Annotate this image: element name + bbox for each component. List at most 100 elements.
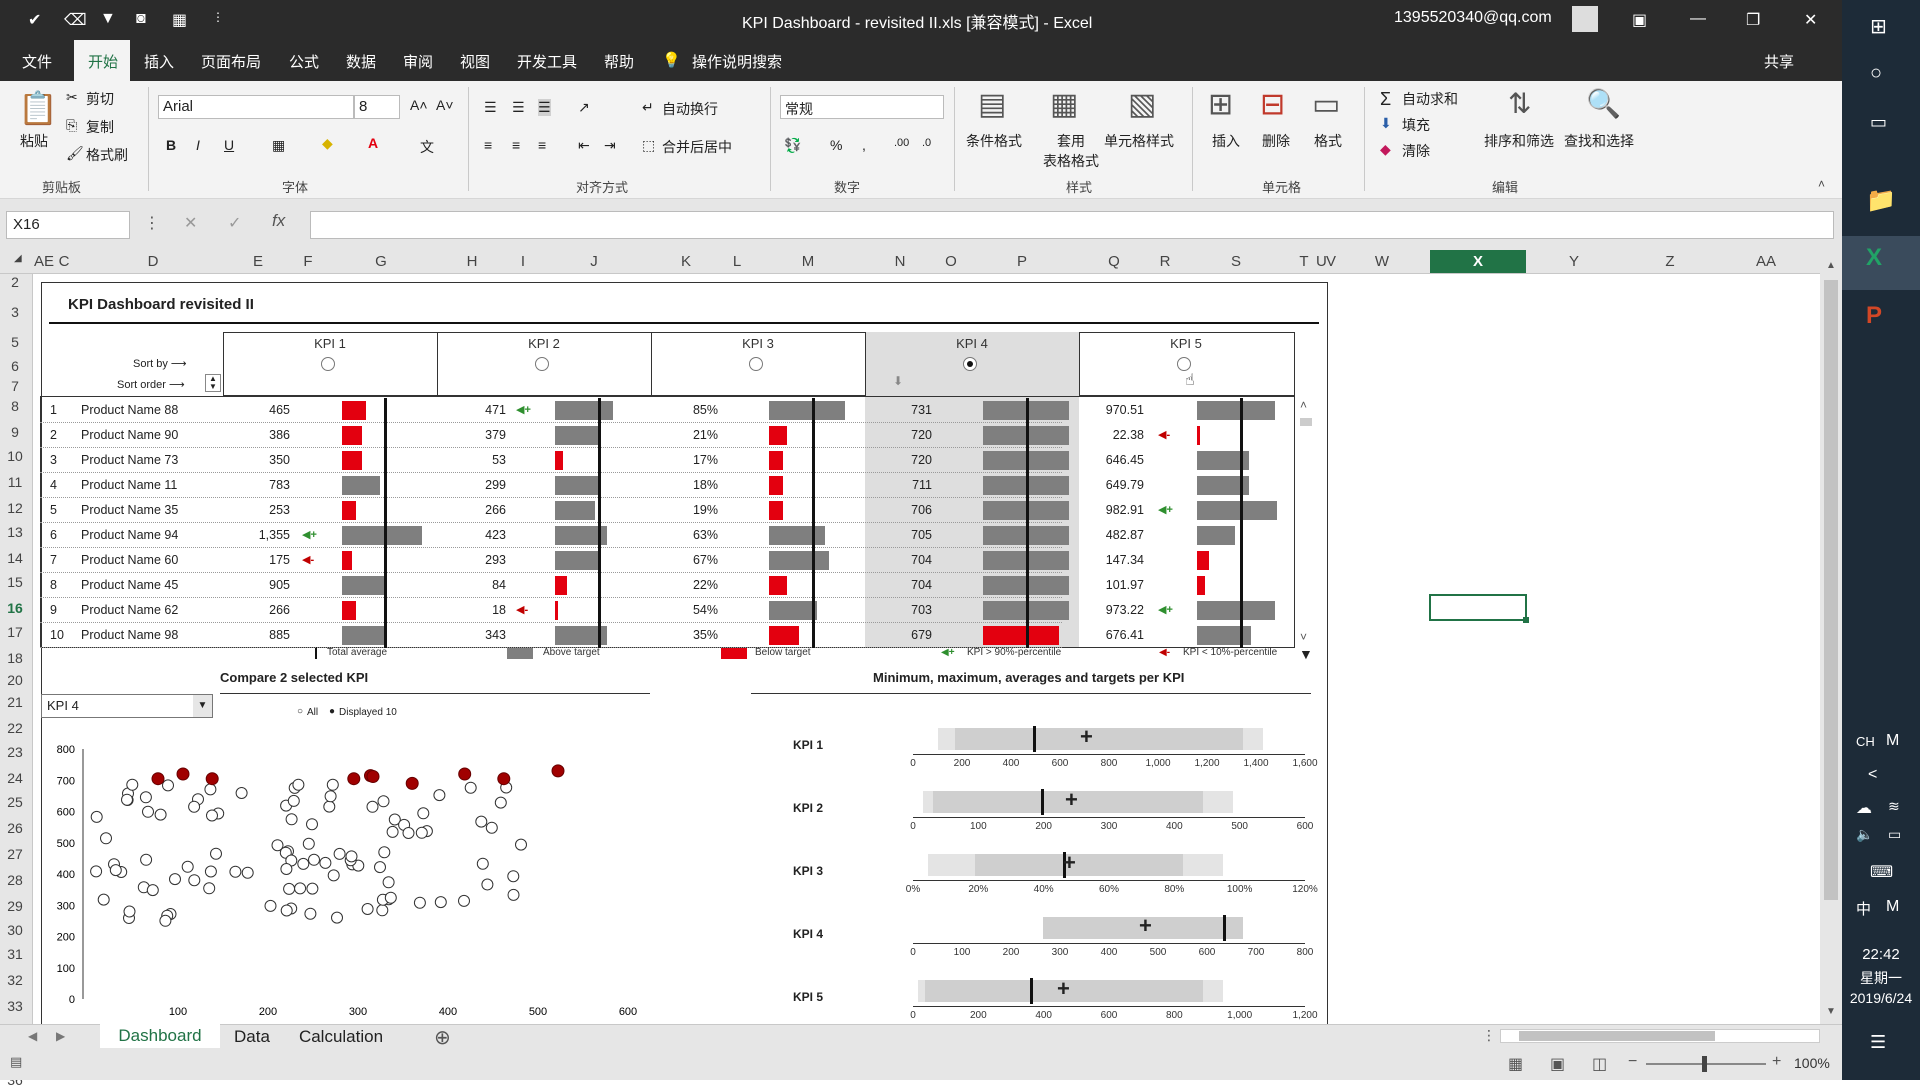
conditional-format-button[interactable]: 条件格式 xyxy=(966,131,1022,151)
kpi-compare-dropdown-icon[interactable]: ▼ xyxy=(193,695,212,717)
cell-styles-button[interactable]: 单元格样式 xyxy=(1104,131,1174,151)
scroll-down-icon[interactable]: ˅ xyxy=(1300,630,1307,644)
increase-indent-icon[interactable]: ⇥ xyxy=(604,137,616,154)
col-header[interactable]: P xyxy=(966,253,1078,270)
cut-button[interactable]: 剪切 xyxy=(86,89,114,109)
col-header[interactable]: O xyxy=(936,253,966,270)
save-icon[interactable]: ✔ xyxy=(28,10,41,30)
find-select-icon[interactable]: 🔍 xyxy=(1586,87,1621,120)
expand-down-icon[interactable]: ▼ xyxy=(1299,646,1313,662)
row-header[interactable]: 24 xyxy=(0,770,30,786)
tab-review[interactable]: 审阅 xyxy=(403,51,433,72)
col-header[interactable]: F xyxy=(290,253,326,270)
insert-cells-icon[interactable]: ⊞ xyxy=(1208,87,1233,122)
insert-cells-button[interactable]: 插入 xyxy=(1212,131,1240,151)
orientation-icon[interactable]: ↗ xyxy=(578,99,590,116)
page-layout-view-icon[interactable]: ▣ xyxy=(1550,1054,1565,1074)
selected-cell-x16[interactable] xyxy=(1429,594,1527,621)
align-right-icon[interactable]: ≡ xyxy=(538,137,546,153)
powerpoint-icon[interactable]: P xyxy=(1866,302,1882,330)
scroll-thumb[interactable] xyxy=(1300,418,1312,426)
row-header[interactable]: 15 xyxy=(0,574,30,590)
sheet-tab-calculation[interactable]: Calculation xyxy=(286,1025,396,1049)
col-header[interactable]: AE xyxy=(34,253,54,270)
tab-prev-icon[interactable]: ◀ xyxy=(28,1029,37,1043)
bold-button[interactable]: B xyxy=(166,137,176,153)
col-header[interactable]: Z xyxy=(1622,253,1718,270)
col-header[interactable]: C xyxy=(54,253,74,270)
cell-styles-icon[interactable]: ▧ xyxy=(1128,87,1156,122)
decrease-indent-icon[interactable]: ⇤ xyxy=(578,137,590,154)
sort-filter-icon[interactable]: ⇅ xyxy=(1508,87,1531,120)
format-painter-button[interactable]: 格式刷 xyxy=(86,145,128,165)
col-header[interactable]: R xyxy=(1150,253,1180,270)
font-size-select[interactable]: 8 xyxy=(354,95,400,119)
clock-weekday[interactable]: 星期一 xyxy=(1842,968,1920,988)
align-left-icon[interactable]: ≡ xyxy=(484,137,492,153)
underline-button[interactable]: U xyxy=(224,137,234,153)
clock-time[interactable]: 22:42 xyxy=(1842,946,1920,963)
close-icon[interactable]: ✕ xyxy=(1804,10,1817,30)
row-header[interactable]: 9 xyxy=(0,424,30,440)
tab-developer[interactable]: 开发工具 xyxy=(517,51,577,72)
zoom-level[interactable]: 100% xyxy=(1794,1055,1830,1071)
keyboard-icon[interactable]: ⌨ xyxy=(1870,862,1893,882)
conditional-format-icon[interactable]: ▤ xyxy=(978,87,1006,122)
vscroll-thumb[interactable] xyxy=(1824,280,1838,900)
fill-button[interactable]: 填充 xyxy=(1402,115,1430,135)
row-header[interactable]: 33 xyxy=(0,998,30,1014)
kpi-compare-select[interactable]: KPI 4 xyxy=(41,694,213,718)
currency-icon[interactable]: 💱 xyxy=(784,137,801,154)
row-header[interactable]: 17 xyxy=(0,624,30,640)
border-icon[interactable]: ▦ xyxy=(272,137,285,154)
row-header[interactable]: 6 xyxy=(0,358,30,374)
row-header[interactable]: 5 xyxy=(0,334,30,350)
tab-split-icon[interactable]: ⋮ xyxy=(1482,1027,1496,1044)
align-top-icon[interactable]: ☰ xyxy=(484,99,497,116)
tab-formulas[interactable]: 公式 xyxy=(289,51,319,72)
camera-icon[interactable]: ◙ xyxy=(136,10,146,28)
merge-icon[interactable]: ⬚ xyxy=(642,137,655,154)
horizontal-scrollbar[interactable] xyxy=(1500,1029,1820,1043)
tab-view[interactable]: 视图 xyxy=(460,51,490,72)
col-header[interactable]: W xyxy=(1334,253,1430,270)
fill-icon[interactable]: ⬇ xyxy=(1380,115,1392,132)
italic-button[interactable]: I xyxy=(196,137,200,153)
shrink-font-icon[interactable]: A˅ xyxy=(436,97,454,113)
col-header[interactable]: AA xyxy=(1718,253,1814,270)
col-header[interactable]: T xyxy=(1292,253,1316,270)
vertical-scrollbar[interactable]: ▲ ▼ xyxy=(1820,256,1842,1024)
row-header[interactable]: 29 xyxy=(0,898,30,914)
increase-decimal-icon[interactable]: .00 xyxy=(894,137,909,149)
row-header[interactable]: 12 xyxy=(0,500,30,516)
ime-m-icon[interactable]: M xyxy=(1886,898,1899,916)
cut-icon[interactable]: ✂ xyxy=(66,89,78,106)
row-header[interactable]: 11 xyxy=(0,474,30,490)
cortana-icon[interactable]: ○ xyxy=(1870,62,1882,85)
paste-icon[interactable]: 📋 xyxy=(18,89,58,127)
filter-icon[interactable]: ▼ xyxy=(100,10,116,28)
tab-next-icon[interactable]: ▶ xyxy=(56,1029,65,1043)
ime-mode-icon[interactable]: M xyxy=(1886,732,1899,750)
notifications-icon[interactable]: ☰ xyxy=(1870,1032,1886,1053)
sort-radio-kpi2[interactable] xyxy=(535,357,549,371)
tab-insert[interactable]: 插入 xyxy=(144,51,174,72)
name-box[interactable]: X16 xyxy=(6,211,130,239)
add-sheet-icon[interactable]: ⊕ xyxy=(434,1025,451,1050)
delete-cells-button[interactable]: 删除 xyxy=(1262,131,1290,151)
row-header[interactable]: 28 xyxy=(0,872,30,888)
sheet-tab-data[interactable]: Data xyxy=(224,1025,280,1049)
ime-ch-label[interactable]: CH xyxy=(1856,734,1875,749)
col-header[interactable]: K xyxy=(650,253,722,270)
autosum-icon[interactable]: Σ xyxy=(1380,89,1391,110)
grow-font-icon[interactable]: A˄ xyxy=(410,97,428,113)
collapse-ribbon-icon[interactable]: ˄ xyxy=(1818,177,1825,191)
avatar[interactable] xyxy=(1572,6,1598,32)
worksheet-grid[interactable]: KPI Dashboard revisited II KPI 1 KPI 2 K… xyxy=(33,274,1820,1024)
col-header[interactable]: E xyxy=(226,253,290,270)
row-header[interactable]: 7 xyxy=(0,378,30,394)
col-header[interactable]: J xyxy=(538,253,650,270)
number-format-select[interactable]: 常规 xyxy=(780,95,944,119)
format-table-icon[interactable]: ▦ xyxy=(1050,87,1078,122)
wifi-icon[interactable]: ≋ xyxy=(1888,798,1900,815)
